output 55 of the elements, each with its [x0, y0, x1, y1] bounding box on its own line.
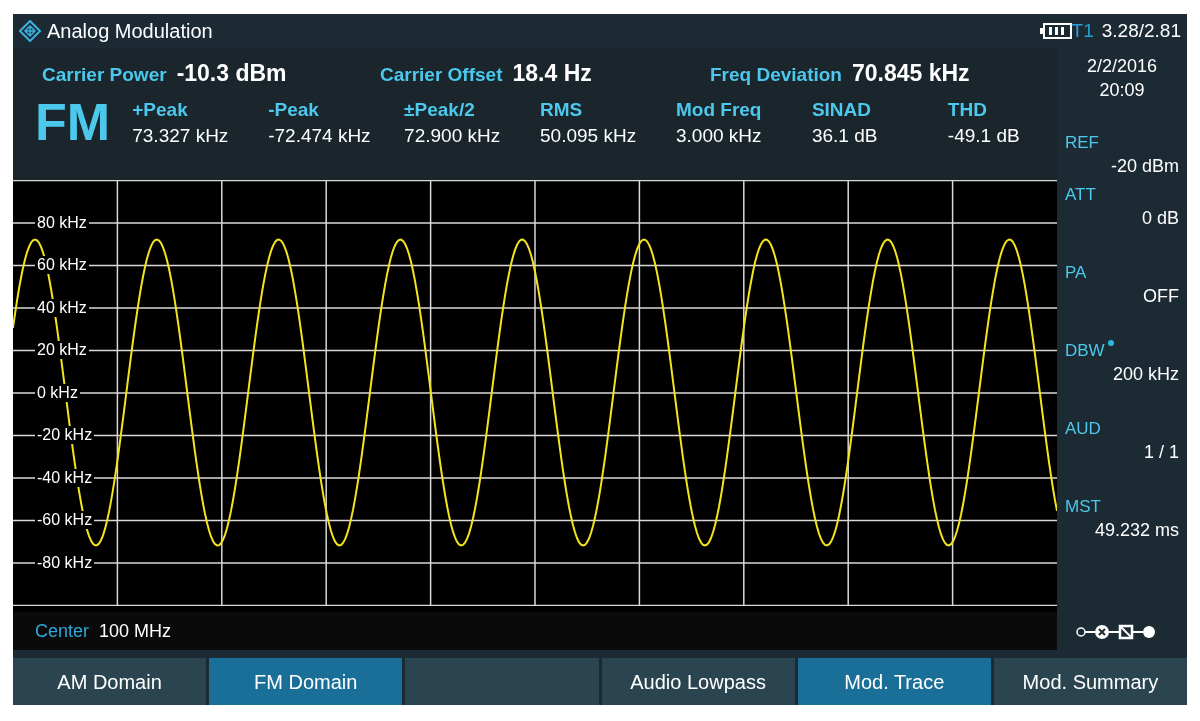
axis-label: 60 kHz [35, 256, 89, 274]
summary-value: 70.845 kHz [852, 58, 970, 88]
setting-value: 200 kHz [1112, 363, 1179, 384]
logo-icon [19, 20, 41, 42]
measurement-label: THD [947, 98, 988, 122]
center-value: 100 MHz [99, 619, 172, 643]
date-text: 2/2/2016 [1086, 55, 1158, 78]
axis-label: -20 kHz [35, 426, 95, 444]
setting-label: PA [1065, 262, 1087, 284]
setting-value: OFF [1143, 285, 1179, 306]
setting-value: 0 dB [1141, 207, 1179, 228]
setting-label: MST [1065, 496, 1101, 518]
summary-value: 18.4 Hz [512, 58, 592, 88]
softkey[interactable]: FM Domain [209, 658, 403, 705]
summary-label: Carrier Offset [380, 62, 503, 87]
measurement-value: 50.095 kHz [540, 124, 638, 148]
setting-value: 49.232 ms [1094, 519, 1179, 540]
setting-label: AUD [1065, 418, 1101, 440]
setting-value: -20 dBm [1110, 155, 1179, 176]
axis-label: 40 kHz [35, 298, 89, 317]
measurement-label: ±Peak/2 [404, 98, 476, 122]
softkey[interactable] [405, 658, 599, 705]
setting-label: ATT [1065, 184, 1096, 206]
measurement-value: 3.000 kHz [676, 124, 763, 148]
axis-label: -40 kHz [35, 468, 95, 487]
battery-icon [1039, 23, 1072, 39]
status-reading: 3.28/2.81 [1101, 18, 1181, 43]
measurement-label: -Peak [268, 98, 320, 122]
softkey[interactable]: Mod. Trace [797, 658, 991, 705]
summary-label: Carrier Power [42, 62, 167, 87]
axis-label: 20 kHz [35, 341, 89, 359]
window-title: Analog Modulation [47, 19, 213, 44]
setting-label: DBW [1065, 340, 1105, 362]
time-text: 20:09 [1099, 79, 1145, 102]
summary-value: -10.3 dBm [176, 58, 287, 88]
measurement-label: +Peak [132, 98, 189, 122]
measurement-value: 36.1 dB [811, 124, 879, 148]
measurement-value: -72.474 kHz [268, 124, 372, 148]
axis-label: 0 kHz [35, 383, 80, 402]
measurement-value: -49.1 dB [947, 124, 1021, 148]
setting-value: 1 / 1 [1143, 441, 1179, 462]
trace-label: T1 [1071, 18, 1094, 43]
setting-label: REF [1065, 132, 1099, 154]
summary-label: Freq Deviation [710, 62, 842, 87]
softkey[interactable]: Audio Lowpass [601, 658, 795, 705]
measurement-label: SINAD [811, 98, 873, 122]
axis-label: -60 kHz [35, 511, 95, 529]
measurement-value: 73.327 kHz [132, 124, 230, 148]
measurement-label: RMS [540, 98, 584, 122]
measurement-value: 72.900 kHz [404, 124, 502, 148]
softkey[interactable]: AM Domain [13, 658, 207, 705]
softkey[interactable]: Mod. Summary [993, 658, 1187, 705]
measurement-label: Mod Freq [676, 98, 763, 122]
center-label: Center [35, 619, 90, 643]
mode-label: FM [35, 96, 112, 148]
